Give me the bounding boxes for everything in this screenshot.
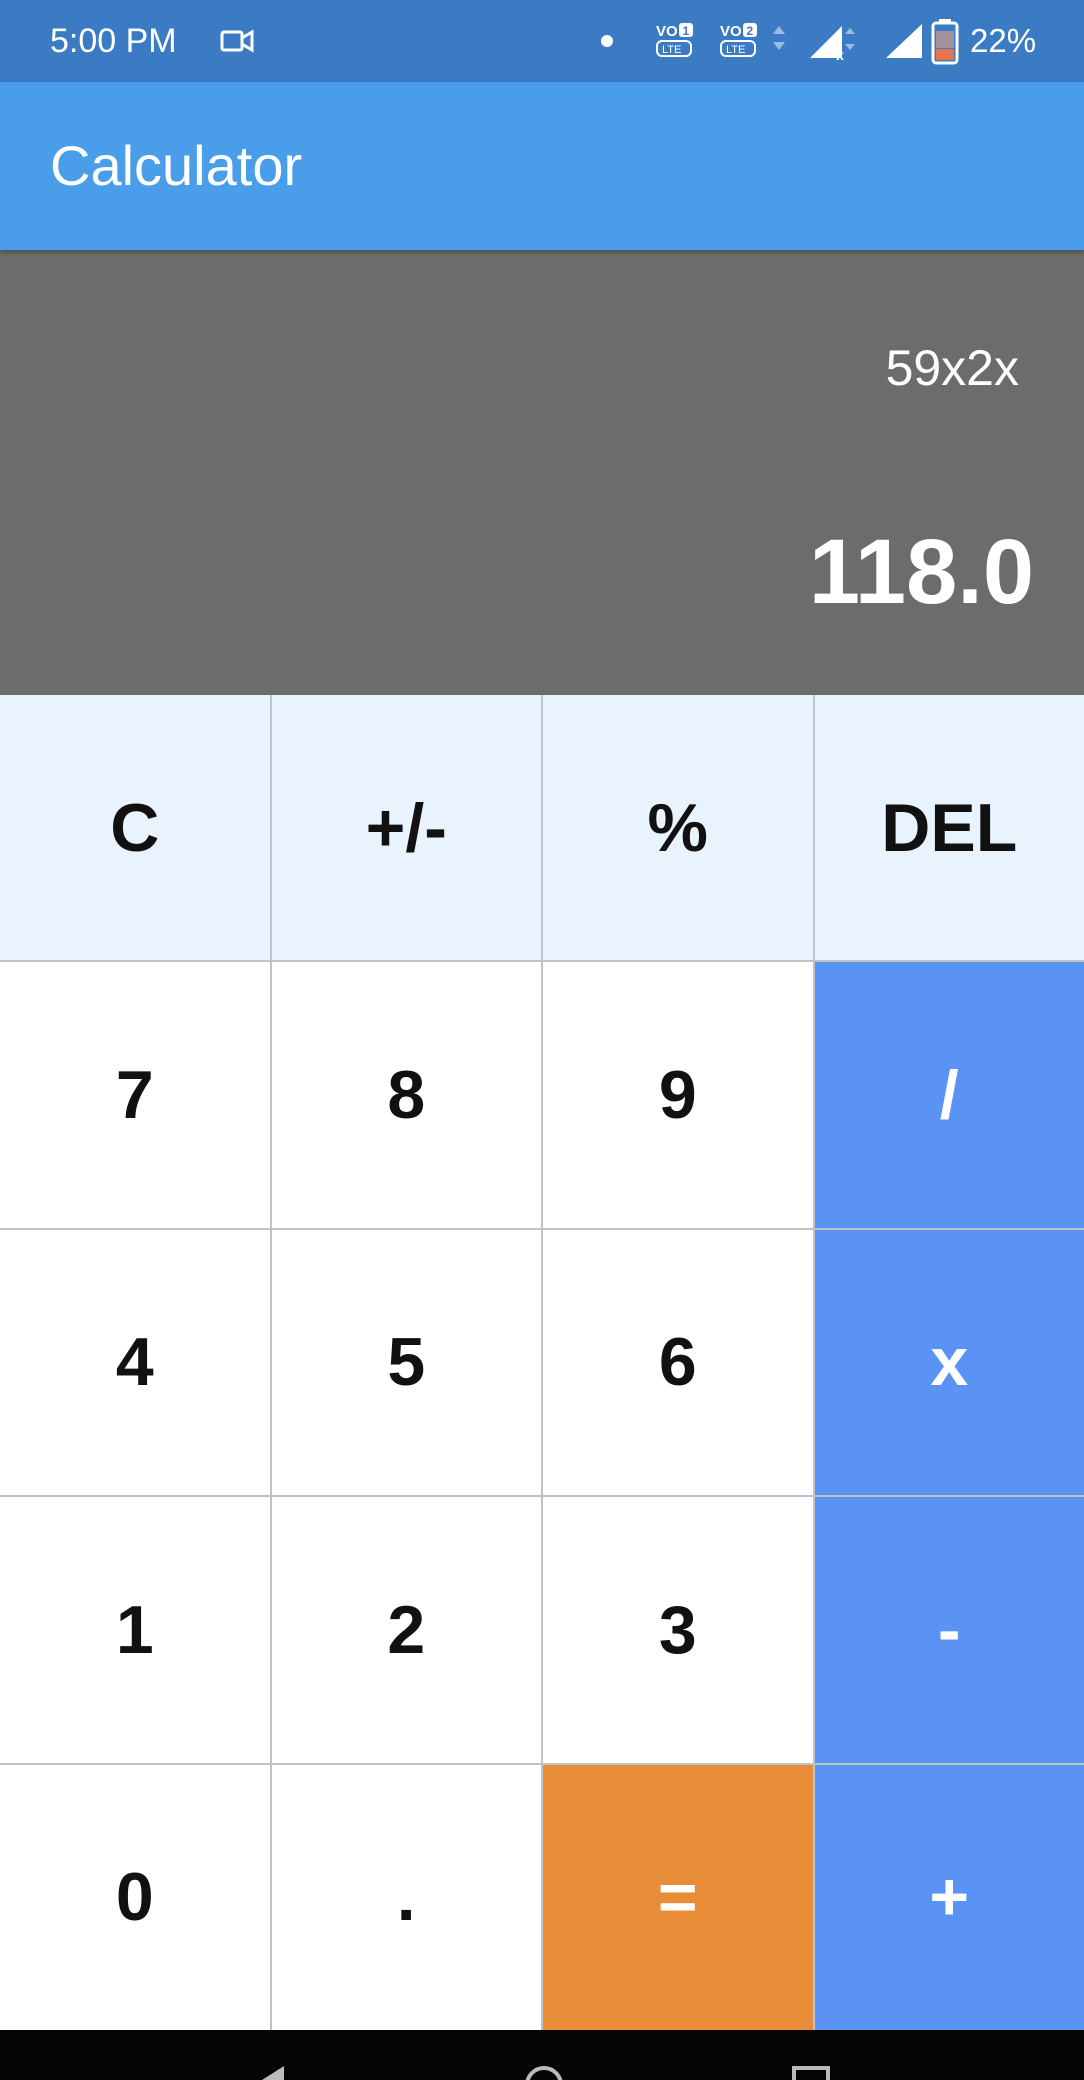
svg-text:x: x <box>836 47 844 62</box>
toggle-sign-button[interactable]: +/- <box>271 695 541 961</box>
volte-2-icon: VO 2 LTE <box>720 23 757 57</box>
digit-2-button[interactable]: 2 <box>271 1497 541 1763</box>
app-title: Calculator <box>50 134 303 197</box>
decimal-point-button[interactable]: . <box>271 1764 541 2030</box>
svg-text:2: 2 <box>747 24 754 38</box>
battery-percentage: 22% <box>970 22 1037 59</box>
digit-4-button[interactable]: 4 <box>0 1229 270 1496</box>
navigation-bar <box>0 2030 1084 2080</box>
calculator-display: 59x2x 118.0 <box>0 250 1084 695</box>
digit-5-button[interactable]: 5 <box>271 1229 541 1496</box>
result-text: 118.0 <box>808 521 1034 623</box>
digit-6-button[interactable]: 6 <box>543 1229 813 1496</box>
keypad: C +/-% DEL 7 8 9/ 4 5 6 x 1 2 3- 0. = + <box>0 695 1084 2030</box>
add-button[interactable]: + <box>814 1764 1084 2030</box>
percent-button[interactable]: % <box>543 695 813 961</box>
svg-text:LTE: LTE <box>662 44 681 56</box>
video-camera-icon <box>220 29 254 53</box>
svg-text:VO: VO <box>720 23 742 40</box>
divide-button[interactable]: / <box>814 962 1084 1228</box>
signal-1-icon: x <box>810 26 855 62</box>
svg-text:LTE: LTE <box>726 44 745 56</box>
recent-apps-icon[interactable] <box>792 2066 830 2080</box>
status-time: 5:00 PM <box>50 22 177 60</box>
clear-button[interactable]: C <box>0 695 270 961</box>
delete-button[interactable]: DEL <box>814 695 1084 961</box>
home-icon[interactable] <box>525 2066 563 2080</box>
digit-7-button[interactable]: 7 <box>0 962 270 1228</box>
calculator-screen: 5:00 PM VO 1 LTE VO 2 LTE x 22% Calculat… <box>0 0 1084 2080</box>
app-bar: Calculator <box>0 82 1084 250</box>
equals-button[interactable]: = <box>543 1764 813 2030</box>
svg-text:1: 1 <box>683 24 690 38</box>
subtract-button[interactable]: - <box>814 1497 1084 1763</box>
svg-text:VO: VO <box>656 23 678 40</box>
multiply-button[interactable]: x <box>814 1229 1084 1496</box>
battery-icon <box>931 19 959 65</box>
volte-1-icon: VO 1 LTE <box>656 23 693 57</box>
expression-text: 59x2x <box>885 340 1019 396</box>
digit-8-button[interactable]: 8 <box>271 962 541 1228</box>
digit-9-button[interactable]: 9 <box>543 962 813 1228</box>
digit-1-button[interactable]: 1 <box>0 1497 270 1763</box>
back-icon[interactable] <box>262 2066 284 2080</box>
data-arrows-icon <box>773 26 785 50</box>
notification-dot-icon <box>601 35 613 47</box>
status-bar: 5:00 PM VO 1 LTE VO 2 LTE x 22% <box>0 0 1084 82</box>
signal-2-icon <box>886 24 922 58</box>
digit-0-button[interactable]: 0 <box>0 1764 270 2030</box>
digit-3-button[interactable]: 3 <box>543 1497 813 1763</box>
